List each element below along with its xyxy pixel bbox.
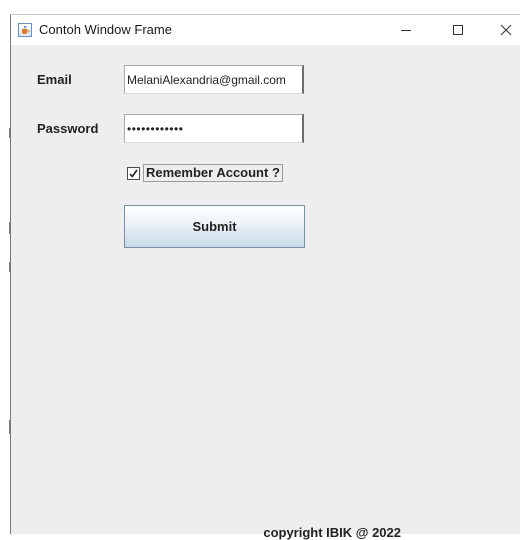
app-window: Contoh Window Frame Email Password <box>10 14 520 540</box>
close-icon <box>500 24 512 36</box>
copyright-footer: copyright IBIK @ 2022 <box>263 525 401 540</box>
checkmark-icon <box>129 169 138 178</box>
background-window-strip <box>0 0 520 14</box>
minimize-button[interactable] <box>383 15 429 45</box>
background-window-edge <box>9 262 10 272</box>
background-window-edge <box>9 420 10 434</box>
maximize-button[interactable] <box>435 15 481 45</box>
background-window-edge <box>9 128 10 138</box>
title-bar[interactable]: Contoh Window Frame <box>11 15 520 45</box>
submit-button[interactable]: Submit <box>124 205 305 248</box>
maximize-icon <box>453 25 463 35</box>
email-label: Email <box>37 72 72 87</box>
java-cup-icon <box>18 23 32 37</box>
remember-account-checkbox-row[interactable]: Remember Account ? <box>127 164 283 182</box>
password-label: Password <box>37 121 99 136</box>
password-field[interactable] <box>124 114 304 143</box>
remember-account-checkbox[interactable] <box>127 166 140 180</box>
email-field[interactable] <box>124 65 304 94</box>
close-button[interactable] <box>483 15 520 45</box>
window-title: Contoh Window Frame <box>39 22 172 37</box>
remember-account-label[interactable]: Remember Account ? <box>143 164 283 182</box>
background-window-edge <box>9 222 10 234</box>
minimize-icon <box>401 30 411 31</box>
